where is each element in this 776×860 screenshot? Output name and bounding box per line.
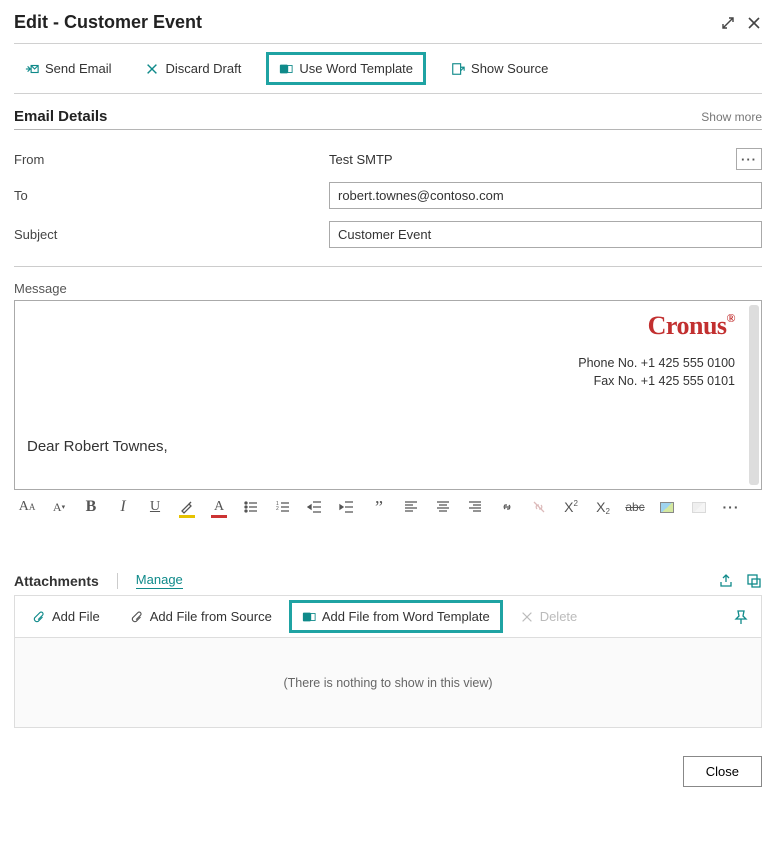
attachments-header: Attachments Manage: [14, 572, 762, 589]
expand-icon[interactable]: [720, 15, 736, 31]
add-file-from-source-button[interactable]: Add File from Source: [117, 600, 285, 633]
underline-icon[interactable]: U: [146, 498, 164, 516]
manage-link[interactable]: Manage: [136, 572, 183, 589]
divider-vertical: [117, 573, 118, 589]
show-more-link[interactable]: Show more: [701, 110, 762, 124]
subscript-icon[interactable]: X2: [594, 498, 612, 516]
bold-icon[interactable]: B: [82, 498, 100, 516]
decrease-indent-icon[interactable]: [306, 498, 324, 516]
attachments-toolbar: Add File Add File from Source Add File f…: [14, 595, 762, 638]
email-details-title: Email Details: [14, 108, 107, 125]
from-row: From Test SMTP ···: [14, 148, 762, 170]
add-file-button[interactable]: Add File: [19, 600, 113, 633]
discard-icon: [145, 62, 159, 76]
to-label: To: [14, 188, 329, 203]
registered-mark: ®: [727, 311, 735, 325]
from-label: From: [14, 152, 329, 167]
font-size-increase-icon[interactable]: AA: [18, 498, 36, 516]
add-file-from-source-label: Add File from Source: [150, 609, 272, 624]
to-row: To: [14, 182, 762, 209]
more-formatting-icon[interactable]: ···: [722, 498, 740, 516]
dialog-footer: Close: [14, 756, 762, 787]
delete-label: Delete: [540, 609, 578, 624]
from-lookup-button[interactable]: ···: [736, 148, 762, 170]
align-left-icon[interactable]: [402, 498, 420, 516]
email-details-header: Email Details Show more: [14, 108, 762, 130]
greeting-line: Dear Robert Townes,: [27, 438, 735, 455]
attachments-empty-text: (There is nothing to show in this view): [283, 676, 492, 690]
mail-send-icon: [25, 62, 39, 76]
from-value: Test SMTP: [329, 152, 728, 167]
action-toolbar: Send Email Discard Draft Use Word Templa…: [14, 43, 762, 94]
increase-indent-icon[interactable]: [338, 498, 356, 516]
remove-link-icon[interactable]: [530, 498, 548, 516]
paperclip-icon: [130, 610, 144, 624]
show-source-label: Show Source: [471, 61, 548, 76]
source-icon: [451, 62, 465, 76]
company-logo-text: Cronus: [648, 311, 727, 340]
send-email-label: Send Email: [45, 61, 111, 76]
add-file-from-word-template-label: Add File from Word Template: [322, 609, 490, 624]
message-editor[interactable]: Cronus® Phone No. +1 425 555 0100 Fax No…: [14, 300, 762, 490]
font-size-decrease-icon[interactable]: A▾: [50, 498, 68, 516]
send-email-button[interactable]: Send Email: [16, 54, 120, 83]
delete-button: Delete: [507, 600, 591, 633]
page-title: Edit - Customer Event: [14, 12, 202, 33]
numbered-list-icon[interactable]: 12: [274, 498, 292, 516]
delete-icon: [520, 610, 534, 624]
logo-block: Cronus®: [27, 311, 735, 341]
show-source-button[interactable]: Show Source: [442, 54, 557, 83]
header-actions: [720, 15, 762, 31]
attachments-title: Attachments: [14, 573, 99, 589]
word-template-icon: [279, 62, 293, 76]
align-right-icon[interactable]: [466, 498, 484, 516]
use-word-template-button[interactable]: Use Word Template: [266, 52, 426, 85]
strikethrough-icon[interactable]: abc: [626, 498, 644, 516]
subject-row: Subject: [14, 221, 762, 248]
close-icon[interactable]: [746, 15, 762, 31]
fax-line: Fax No. +1 425 555 0101: [27, 373, 735, 391]
discard-draft-button[interactable]: Discard Draft: [136, 54, 250, 83]
bulleted-list-icon[interactable]: [242, 498, 260, 516]
divider: [14, 266, 762, 267]
superscript-icon[interactable]: X2: [562, 498, 580, 516]
to-input[interactable]: [329, 182, 762, 209]
svg-text:2: 2: [276, 506, 279, 512]
scrollbar-thumb[interactable]: [749, 305, 759, 485]
font-color-icon[interactable]: A: [210, 498, 228, 516]
discard-draft-label: Discard Draft: [165, 61, 241, 76]
paperclip-icon: [32, 610, 46, 624]
contact-info: Phone No. +1 425 555 0100 Fax No. +1 425…: [27, 355, 735, 390]
add-file-label: Add File: [52, 609, 100, 624]
share-icon[interactable]: [718, 573, 734, 589]
highlight-color-icon[interactable]: [178, 498, 196, 516]
subject-input[interactable]: [329, 221, 762, 248]
italic-icon[interactable]: I: [114, 498, 132, 516]
insert-image-disabled-icon: [690, 498, 708, 516]
use-word-template-label: Use Word Template: [299, 61, 413, 76]
close-button[interactable]: Close: [683, 756, 762, 787]
blockquote-icon[interactable]: ”: [370, 498, 388, 516]
phone-line: Phone No. +1 425 555 0100: [27, 355, 735, 373]
message-label: Message: [14, 281, 762, 296]
message-content[interactable]: Cronus® Phone No. +1 425 555 0100 Fax No…: [15, 301, 747, 489]
richtext-toolbar: AA A▾ B I U A 12 ”: [14, 490, 762, 524]
add-file-from-word-template-button[interactable]: Add File from Word Template: [289, 600, 503, 633]
popout-icon[interactable]: [746, 573, 762, 589]
subject-label: Subject: [14, 227, 329, 242]
align-center-icon[interactable]: [434, 498, 452, 516]
insert-image-icon[interactable]: [658, 498, 676, 516]
insert-link-icon[interactable]: [498, 498, 516, 516]
attachments-empty-state: (There is nothing to show in this view): [14, 638, 762, 728]
pin-button[interactable]: [725, 605, 757, 629]
word-template-icon: [302, 610, 316, 624]
